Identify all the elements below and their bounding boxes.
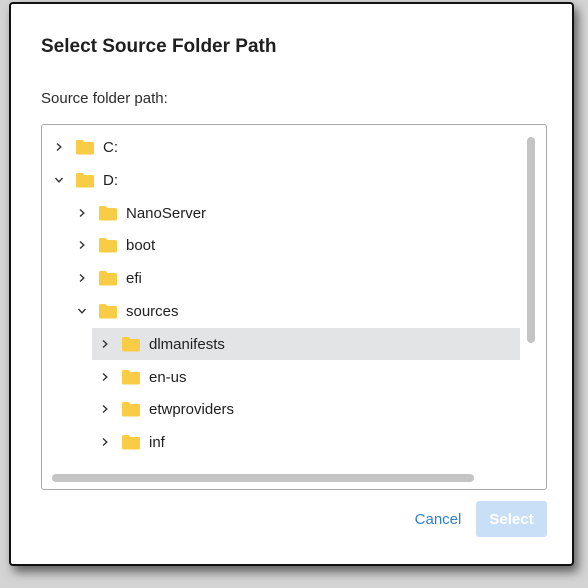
select-button[interactable]: Select bbox=[476, 501, 547, 537]
tree-node-label: D: bbox=[103, 171, 118, 189]
chevron-right-icon[interactable] bbox=[76, 239, 88, 251]
tree-node-label: en-us bbox=[149, 368, 187, 386]
folder-icon bbox=[121, 336, 141, 352]
horizontal-scrollbar-thumb[interactable] bbox=[52, 474, 474, 482]
chevron-down-icon[interactable] bbox=[76, 305, 88, 317]
tree-node[interactable]: NanoServer bbox=[48, 197, 520, 229]
tree-node-label: etwproviders bbox=[149, 400, 235, 418]
folder-icon bbox=[98, 205, 118, 221]
chevron-right-icon[interactable] bbox=[76, 272, 88, 284]
tree-node-label: dlmanifests bbox=[149, 335, 225, 353]
folder-icon bbox=[121, 401, 141, 417]
tree-node-label: inf bbox=[149, 433, 165, 451]
folder-tree-viewport: C: D: NanoServer boot efi sources dlmanifests e… bbox=[48, 131, 520, 465]
folder-icon bbox=[121, 369, 141, 385]
chevron-right-icon[interactable] bbox=[99, 338, 111, 350]
folder-tree: C: D: NanoServer boot efi sources dlmanifests e… bbox=[41, 124, 547, 490]
folder-icon bbox=[98, 237, 118, 253]
chevron-right-icon[interactable] bbox=[53, 141, 65, 153]
cancel-button[interactable]: Cancel bbox=[403, 501, 473, 537]
vertical-scrollbar-thumb[interactable] bbox=[527, 137, 535, 343]
folder-icon bbox=[75, 139, 95, 155]
tree-node[interactable]: dlmanifests bbox=[92, 328, 520, 360]
folder-icon bbox=[121, 434, 141, 450]
tree-node[interactable]: inf bbox=[48, 426, 520, 458]
tree-node[interactable]: boot bbox=[48, 229, 520, 261]
tree-node[interactable]: D: bbox=[48, 164, 520, 196]
source-folder-path-label: Source folder path: bbox=[41, 90, 168, 107]
select-folder-dialog: Select Source Folder Path Source folder … bbox=[9, 2, 574, 566]
folder-icon bbox=[75, 172, 95, 188]
tree-node[interactable]: en-us bbox=[48, 361, 520, 393]
vertical-scrollbar[interactable] bbox=[526, 133, 536, 465]
tree-node[interactable]: sources bbox=[48, 295, 520, 327]
tree-node-label: NanoServer bbox=[126, 204, 207, 222]
tree-node[interactable]: C: bbox=[48, 131, 520, 163]
tree-node-label: C: bbox=[103, 138, 118, 156]
folder-icon bbox=[98, 303, 118, 319]
tree-node-label: efi bbox=[126, 269, 142, 287]
chevron-right-icon[interactable] bbox=[76, 207, 88, 219]
chevron-right-icon[interactable] bbox=[99, 403, 111, 415]
tree-node[interactable]: efi bbox=[48, 262, 520, 294]
folder-icon bbox=[98, 270, 118, 286]
tree-node-label: sources bbox=[126, 302, 179, 320]
chevron-right-icon[interactable] bbox=[99, 436, 111, 448]
tree-node[interactable]: etwproviders bbox=[48, 393, 520, 425]
chevron-down-icon[interactable] bbox=[53, 174, 65, 186]
dialog-title: Select Source Folder Path bbox=[41, 36, 277, 57]
chevron-right-icon[interactable] bbox=[99, 371, 111, 383]
horizontal-scrollbar[interactable] bbox=[48, 473, 520, 483]
tree-node-label: boot bbox=[126, 236, 156, 254]
